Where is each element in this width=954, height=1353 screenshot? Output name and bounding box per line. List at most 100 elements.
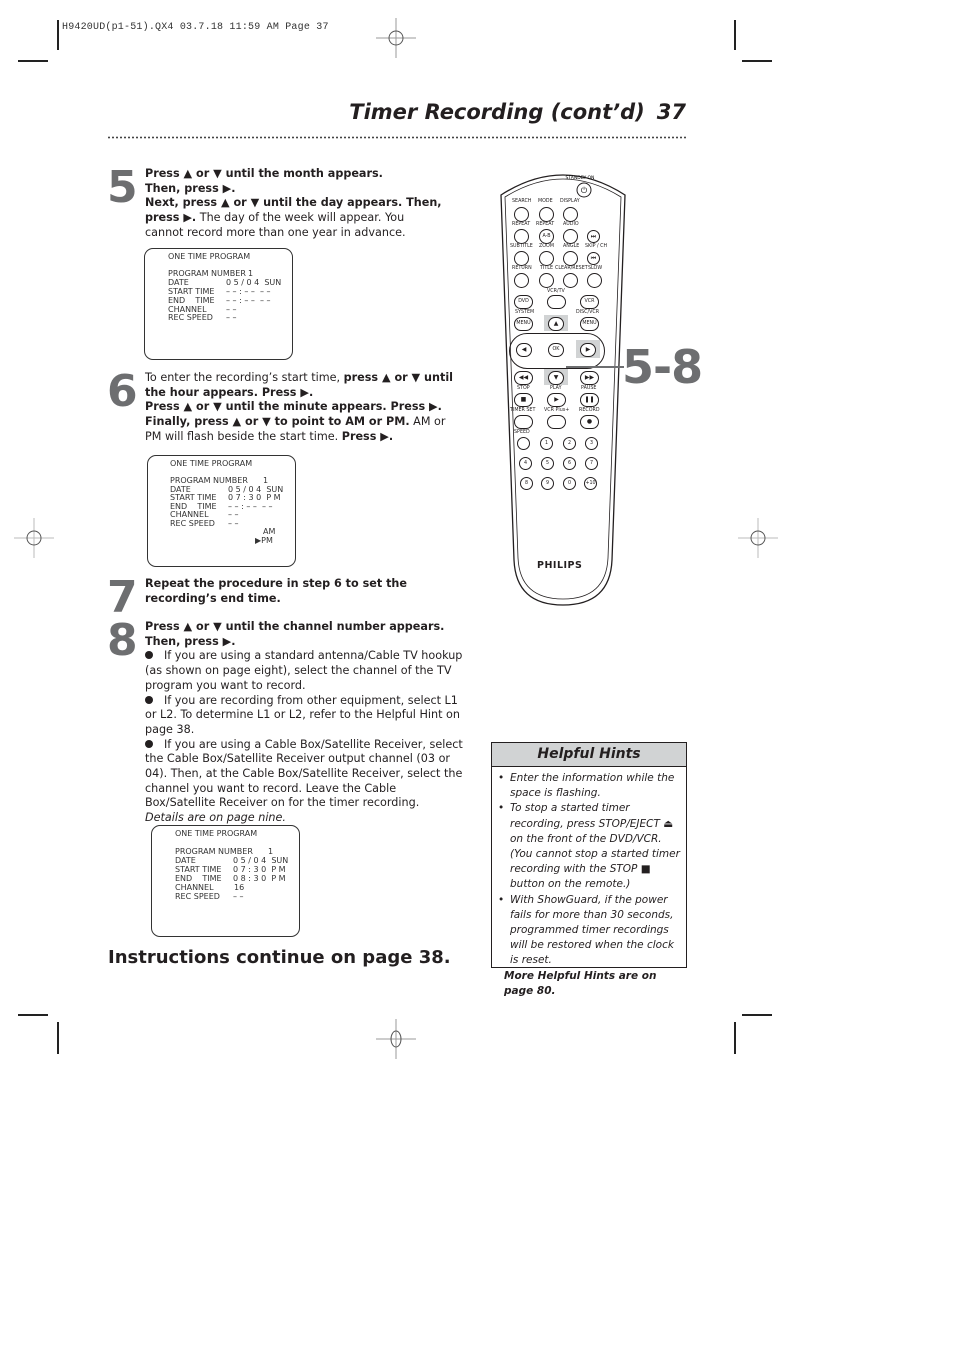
step-8-text: Press ▲ or ▼ until the channel number ap… [145, 620, 467, 826]
title-button[interactable] [539, 273, 554, 288]
digit-button[interactable]: 5 [541, 457, 554, 470]
left-button[interactable]: ◀ [516, 343, 532, 357]
remote-label: STANDBY-ON [566, 175, 595, 181]
remote-buttons: SEARCH MODE DISPLAY REPEAT REPEAT AUDIO … [508, 197, 618, 497]
hints-list: • Enter the information while the space i… [492, 767, 686, 969]
registration-mark-icon [738, 518, 778, 558]
system-menu-button[interactable]: MENU [514, 317, 533, 331]
osd-value: 16 [234, 883, 245, 892]
osd-value: – – [228, 510, 239, 519]
step-8-line: Press ▲ or ▼ until the channel number ap… [145, 620, 445, 648]
step-8-bullet: If you are recording from other equipmen… [145, 693, 460, 736]
callout-line [566, 366, 624, 368]
digit-button[interactable]: 4 [519, 457, 532, 470]
ab-label: A-B [542, 234, 551, 239]
osd-title: ONE TIME PROGRAM [170, 459, 253, 468]
label-speed: SPEED [514, 430, 530, 435]
bullet-icon [145, 695, 153, 704]
digit-button[interactable]: +10 [584, 477, 597, 490]
step-6-text: To enter the recording’s start time, pre… [145, 371, 460, 445]
pause-button[interactable]: ❚❚ [580, 393, 599, 407]
slow-button[interactable] [587, 273, 602, 288]
digit-button[interactable]: 2 [563, 437, 576, 450]
crop-mark [18, 1014, 48, 1016]
digit-label: 5 [545, 461, 550, 466]
hint-item: • To stop a started timer recording, pres… [498, 802, 680, 891]
dvd-button[interactable]: DVD [514, 295, 533, 309]
osd-value: 0 7 : 3 0 P M [233, 865, 286, 874]
page-number: 37 [656, 100, 686, 124]
brand-logo: PHILIPS [537, 560, 583, 571]
digit-button[interactable]: 3 [585, 437, 598, 450]
zoom-button[interactable] [539, 251, 554, 266]
label-slow: SLOW [588, 266, 603, 271]
digit-label: 4 [523, 461, 528, 466]
label-subtitle: SUBTITLE [510, 244, 533, 249]
label-zoom: ZOOM [539, 244, 554, 249]
label-pause: PAUSE [581, 386, 597, 391]
digit-button[interactable]: 0 [563, 477, 576, 490]
display-button[interactable] [563, 207, 578, 222]
osd-screen: ONE TIME PROGRAM PROGRAM NUMBER 1 DATE 0… [151, 825, 300, 937]
menu-label: MENU [582, 321, 597, 326]
crop-mark [18, 60, 48, 62]
disc-menu-button[interactable]: MENU [580, 317, 599, 331]
digit-button[interactable]: 9 [541, 477, 554, 490]
right-button[interactable]: ▶ [576, 340, 600, 358]
return-button[interactable] [514, 273, 529, 288]
timer-set-button[interactable] [514, 415, 533, 429]
digit-button[interactable]: 1 [540, 437, 553, 450]
digit-button[interactable]: 7 [585, 457, 598, 470]
mode-button[interactable] [539, 207, 554, 222]
angle-button[interactable] [563, 251, 578, 266]
skip-forward-button[interactable]: ⏭ [587, 230, 600, 243]
osd-value: – – [228, 519, 239, 528]
digit-button[interactable]: 6 [563, 457, 576, 470]
osd-label: END TIME [168, 296, 215, 305]
subtitle-button[interactable] [514, 251, 529, 266]
search-button[interactable] [514, 207, 529, 222]
label-vcr-plus: VCR Plus+ [544, 408, 570, 413]
osd-value: 0 5 / 0 4 SUN [226, 278, 282, 287]
osd-label: CHANNEL [170, 510, 209, 519]
speed-button[interactable] [517, 437, 530, 450]
digit-label: 6 [567, 461, 572, 466]
step-5-line: Then, press ▶. [145, 181, 236, 195]
label-system: SYSTEM [515, 310, 535, 315]
vcr-button[interactable]: VCR [580, 295, 599, 309]
osd-label: REC SPEED [170, 519, 215, 528]
skip-back-button[interactable]: ⏮ [587, 252, 600, 265]
rewind-button[interactable]: ◀◀ [514, 371, 533, 385]
stop-button[interactable]: ■ [514, 393, 533, 407]
label-search: SEARCH [512, 199, 532, 204]
vcr-plus-button[interactable] [547, 415, 566, 429]
play-button[interactable]: ▶ [547, 393, 566, 407]
osd-screen: ONE TIME PROGRAM PROGRAM NUMBER 1 DATE 0… [147, 455, 296, 567]
dvd-label: DVD [518, 299, 529, 304]
more-hints-link: More Helpful Hints are on page 80. [504, 969, 657, 997]
clear-reset-button[interactable] [563, 273, 578, 288]
bullet-icon [145, 739, 153, 748]
digit-label: 3 [589, 441, 594, 446]
osd-option-am: AM [263, 527, 276, 536]
audio-button[interactable] [563, 229, 578, 244]
osd-option-pm: ▶PM [255, 536, 273, 545]
label-audio: AUDIO [563, 222, 579, 227]
repeat-button[interactable] [514, 229, 529, 244]
osd-label: PROGRAM NUMBER [175, 847, 253, 856]
down-button[interactable]: ▼ [544, 369, 568, 385]
helpful-hints-box: Helpful Hints • Enter the information whi… [491, 742, 687, 997]
step-number: 5 [107, 162, 138, 213]
record-button[interactable]: ● [580, 415, 599, 429]
fast-forward-button[interactable]: ▶▶ [580, 371, 599, 385]
up-button[interactable]: ▲ [544, 315, 568, 331]
ok-button[interactable]: OK [548, 343, 564, 357]
hint-item: • Enter the information while the space i… [498, 772, 675, 800]
vcr-tv-button[interactable] [547, 295, 566, 309]
osd-value: 1 [263, 476, 269, 485]
menu-label: MENU [516, 321, 531, 326]
digit-label: +10 [585, 481, 596, 486]
step-8-note: Details are on page nine. [145, 811, 286, 825]
digit-button[interactable]: 8 [520, 477, 533, 490]
repeat-ab-button[interactable]: A-B [539, 229, 554, 244]
